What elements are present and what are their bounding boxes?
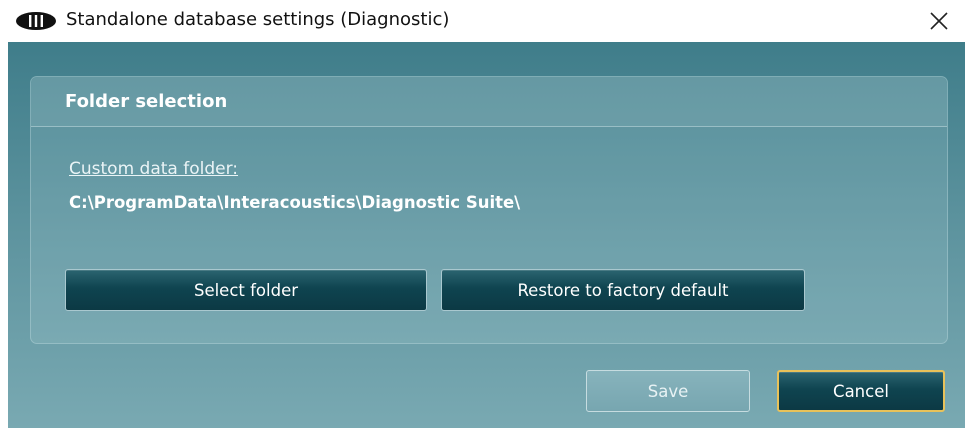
dialog-client-area: Folder selection Custom data folder: C:\… [8,42,965,428]
custom-data-folder-label: Custom data folder: [69,159,239,179]
select-folder-button[interactable]: Select folder [65,269,427,311]
close-button[interactable] [921,4,957,38]
ear-device-icon [16,12,56,30]
window-title: Standalone database settings (Diagnostic… [66,9,450,30]
save-button[interactable]: Save [586,370,750,412]
cancel-button[interactable]: Cancel [777,370,945,412]
group-title: Folder selection [65,91,228,112]
restore-factory-default-button[interactable]: Restore to factory default [441,269,805,311]
group-header: Folder selection [31,77,947,127]
close-icon [930,12,948,30]
dialog-window: Standalone database settings (Diagnostic… [0,0,965,428]
folder-selection-group: Folder selection Custom data folder: C:\… [30,76,948,344]
folder-path-value: C:\ProgramData\Interacoustics\Diagnostic… [69,193,521,212]
title-bar: Standalone database settings (Diagnostic… [0,0,965,42]
